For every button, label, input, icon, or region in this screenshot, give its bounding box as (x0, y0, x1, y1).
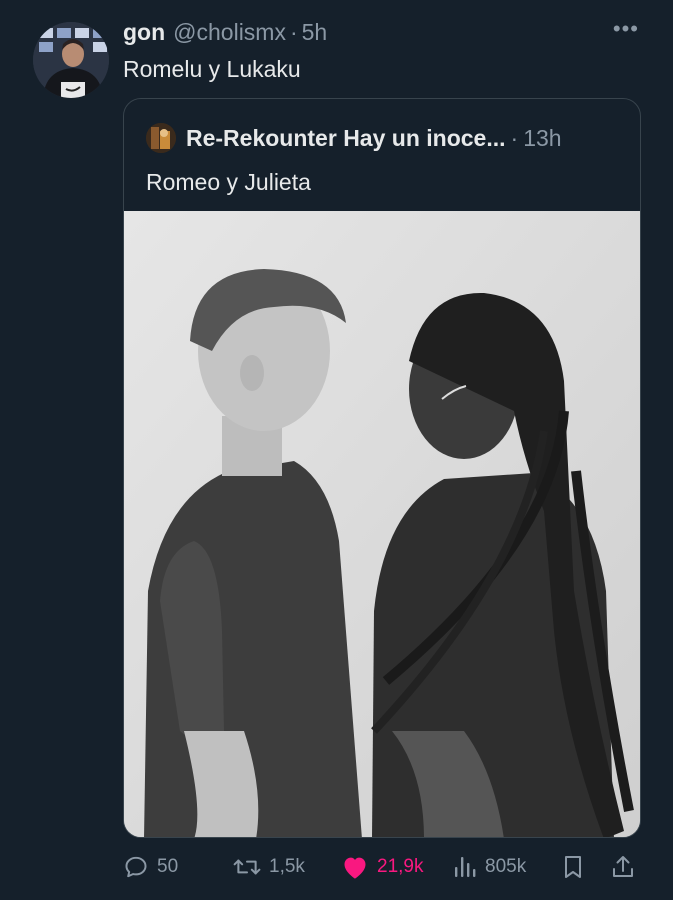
tweet-timestamp[interactable]: 5h (302, 19, 328, 46)
avatar-image (33, 22, 109, 98)
quoted-header-separator: · (510, 124, 519, 151)
quoted-avatar-image (146, 123, 176, 153)
speech-bubble-icon (123, 854, 149, 880)
share-icon (611, 854, 635, 880)
avatar[interactable] (33, 22, 109, 98)
tweet-header: gon @cholismx · 5h (123, 19, 327, 46)
views-count: 805k (485, 856, 527, 877)
quoted-timestamp[interactable]: 13h (523, 125, 561, 152)
quoted-author-name[interactable]: Re-Rekounter Hay un inoce... (186, 125, 506, 152)
tweet[interactable]: gon @cholismx · 5h ••• Romelu y Lukaku R… (0, 0, 673, 900)
like-button[interactable]: 21,9k (341, 849, 423, 885)
retweet-icon (233, 854, 261, 880)
reply-count: 50 (157, 856, 179, 877)
like-count: 21,9k (377, 856, 424, 877)
quoted-avatar (146, 123, 176, 153)
action-bar: 50 1,5k 21,9k 805k (123, 849, 638, 885)
bar-chart-icon (453, 854, 477, 880)
bookmark-button[interactable] (561, 849, 585, 885)
retweet-button[interactable]: 1,5k (233, 849, 305, 885)
retweet-count: 1,5k (269, 856, 305, 877)
quoted-photo[interactable] (124, 211, 640, 837)
author-handle[interactable]: @cholismx (173, 19, 286, 46)
share-button[interactable] (611, 849, 635, 885)
more-options-icon[interactable]: ••• (613, 18, 639, 40)
quoted-tweet[interactable]: Re-Rekounter Hay un inoce... · 13h Romeo… (123, 98, 641, 838)
quoted-tweet-header: Re-Rekounter Hay un inoce... · 13h (146, 123, 562, 153)
author-name[interactable]: gon (123, 19, 165, 46)
header-separator: · (289, 19, 298, 45)
photo-image (124, 211, 640, 837)
bookmark-icon (561, 854, 585, 880)
quoted-tweet-text: Romeo y Julieta (146, 169, 311, 195)
tweet-text: Romelu y Lukaku (123, 56, 301, 82)
reply-button[interactable]: 50 (123, 849, 178, 885)
views-button[interactable]: 805k (453, 849, 526, 885)
heart-icon (341, 854, 369, 880)
